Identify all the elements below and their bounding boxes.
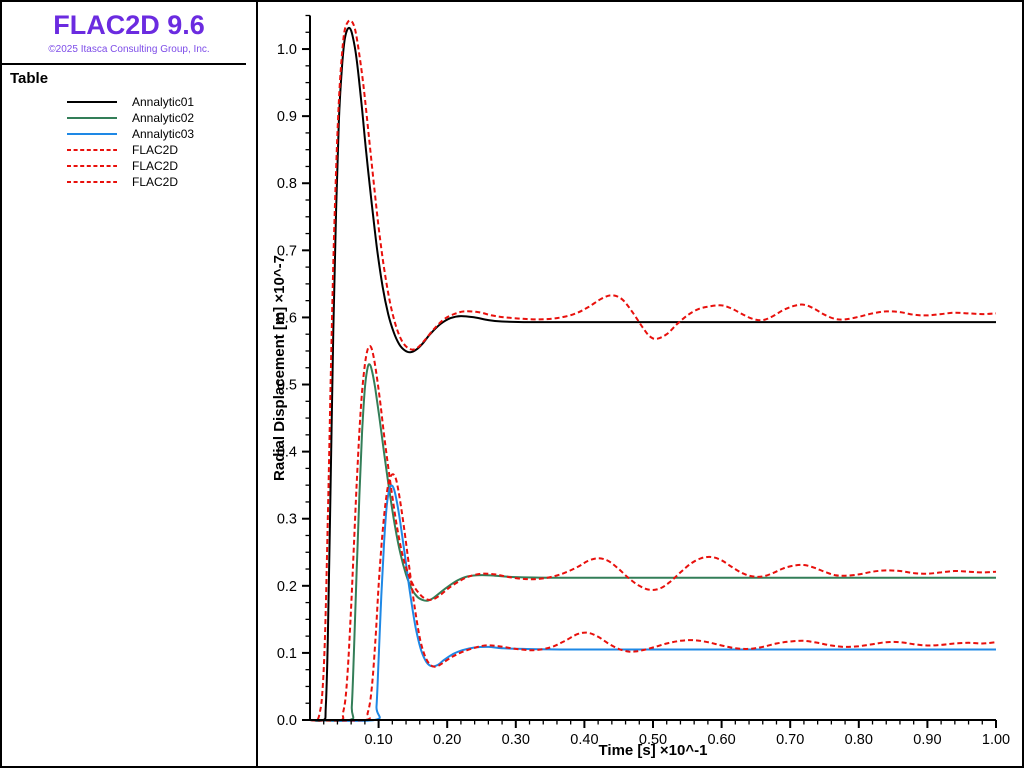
legend-item-label: Annalytic01	[132, 95, 194, 109]
legend-item-flac2d-3: FLAC2D	[2, 142, 256, 158]
series-line-flac2d-4	[310, 346, 996, 720]
chart-area: 0.100.200.300.400.500.600.700.800.901.00…	[258, 2, 1024, 768]
legend-line-sample	[66, 148, 118, 152]
x-tick-label: 0.20	[433, 732, 461, 748]
legend-line-sample	[66, 132, 118, 136]
sidebar-divider	[2, 63, 246, 65]
legend-line-sample	[66, 164, 118, 168]
x-tick-label: 0.10	[364, 732, 392, 748]
plot-sidebar: FLAC2D 9.6 ©2025 Itasca Consulting Group…	[2, 2, 258, 766]
chart-canvas: 0.100.200.300.400.500.600.700.800.901.00…	[258, 2, 1024, 768]
x-tick-label: 0.30	[502, 732, 530, 748]
legend-line-sample	[66, 180, 118, 184]
chart-series-group	[310, 20, 996, 721]
app-title: FLAC2D 9.6	[2, 10, 256, 41]
legend-item-flac2d-5: FLAC2D	[2, 174, 256, 190]
y-tick-label: 0.1	[277, 646, 297, 662]
legend-item-annalytic02-1: Annalytic02	[2, 110, 256, 126]
x-tick-label: 0.90	[913, 732, 941, 748]
legend-item-label: Annalytic03	[132, 127, 194, 141]
x-tick-label: 0.70	[776, 732, 804, 748]
x-tick-label: 1.00	[982, 732, 1010, 748]
y-tick-label: 0.2	[277, 579, 297, 595]
y-tick-label: 0.0	[277, 713, 297, 729]
legend-heading: Table	[10, 70, 256, 87]
legend-item-label: FLAC2D	[132, 159, 178, 173]
y-tick-label: 0.9	[277, 109, 297, 125]
x-axis-label: Time [s] ×10^-1	[599, 742, 708, 759]
series-line-flac2d-5	[310, 474, 996, 720]
y-tick-label: 1.0	[277, 42, 297, 58]
legend-item-label: FLAC2D	[132, 143, 178, 157]
legend-item-label: Annalytic02	[132, 111, 194, 125]
x-tick-label: 0.60	[707, 732, 735, 748]
app-copyright: ©2025 Itasca Consulting Group, Inc.	[2, 44, 256, 55]
series-line-annalytic03-2	[310, 485, 996, 721]
y-tick-label: 0.3	[277, 512, 297, 528]
chart-axes-group: 0.100.200.300.400.500.600.700.800.901.00…	[277, 16, 1010, 749]
x-tick-label: 0.40	[570, 732, 598, 748]
flac2d-plot-window: FLAC2D 9.6 ©2025 Itasca Consulting Group…	[0, 0, 1024, 768]
legend-item-flac2d-4: FLAC2D	[2, 158, 256, 174]
legend-item-annalytic01-0: Annalytic01	[2, 94, 256, 110]
legend-line-sample	[66, 100, 118, 104]
x-tick-label: 0.80	[845, 732, 873, 748]
legend: Annalytic01 Annalytic02 Annalytic03 FLAC2D F…	[2, 94, 256, 190]
legend-item-annalytic03-2: Annalytic03	[2, 126, 256, 142]
y-axis-label: Radial Displacement [m] ×10^-7	[271, 255, 288, 481]
y-tick-label: 0.8	[277, 176, 297, 192]
legend-item-label: FLAC2D	[132, 175, 178, 189]
legend-line-sample	[66, 116, 118, 120]
series-line-annalytic02-1	[310, 364, 996, 721]
